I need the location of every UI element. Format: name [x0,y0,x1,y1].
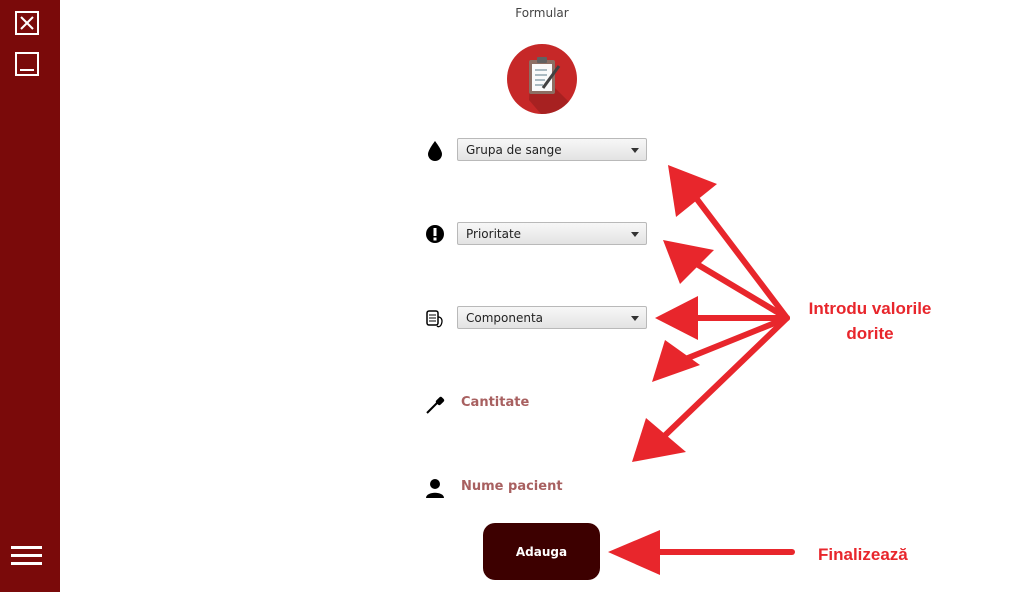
annotation-enter-values: Introdu valorile dorite [808,299,932,343]
annotation-finalize: Finalizează [818,545,908,564]
